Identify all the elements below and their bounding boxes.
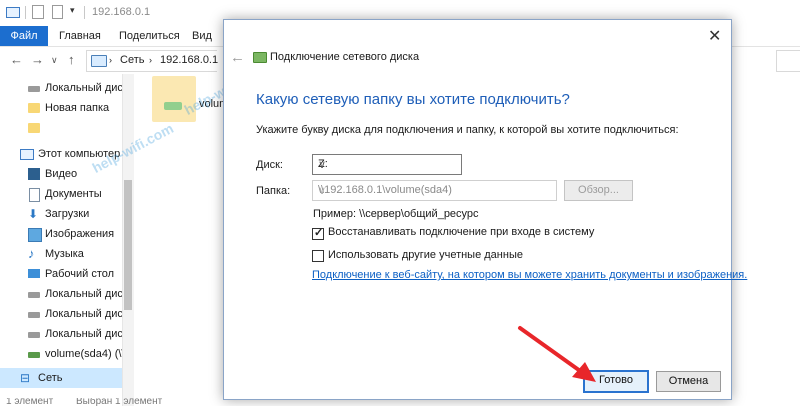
sidebar-scrollbar-thumb[interactable] <box>124 180 132 310</box>
video-icon <box>28 168 40 180</box>
divider <box>25 6 26 19</box>
dialog-title: Подключение сетевого диска <box>270 51 420 63</box>
sidebar-item-network[interactable]: ⊟ Сеть <box>0 368 122 388</box>
chevron-down-icon[interactable]: ∨ <box>318 184 551 197</box>
sidebar-item-label: Новая папка <box>45 102 110 114</box>
sidebar-item-label: Локальный диск <box>45 328 122 340</box>
desktop-icon <box>28 269 40 278</box>
dialog-description: Укажите букву диска для подключения и па… <box>256 124 679 136</box>
sidebar-item-desktop[interactable]: Рабочий стол <box>0 264 122 284</box>
checkmark-icon: ✓ <box>314 227 324 239</box>
back-arrow-icon[interactable]: ← <box>10 52 23 67</box>
new-folder-icon[interactable] <box>52 5 63 19</box>
drive-icon <box>28 312 40 318</box>
sidebar-item-local-disk[interactable]: Локальный диск <box>0 304 122 324</box>
sidebar-item-local-disk[interactable]: Локальный диск <box>0 324 122 344</box>
tab-home[interactable]: Главная <box>59 26 101 46</box>
sidebar-item-label: Локальный диск <box>45 288 122 300</box>
window-title: 192.168.0.1 <box>92 6 151 18</box>
divider <box>84 6 85 19</box>
computer-icon <box>6 7 20 18</box>
network-icon: ⊟ <box>20 371 31 385</box>
example-text: Пример: \\сервер\общий_ресурс <box>313 208 479 220</box>
sidebar-item-label: Локальный диск <box>45 308 122 320</box>
folder-icon <box>28 123 40 133</box>
breadcrumb-host[interactable]: 192.168.0.1 <box>160 54 218 66</box>
sidebar-item-new-folder[interactable]: Новая папка <box>0 98 122 118</box>
browse-button[interactable]: Обзор... <box>564 180 633 201</box>
chevron-down-icon: ∨ <box>318 159 327 171</box>
sidebar-item-folder[interactable] <box>0 118 122 138</box>
up-arrow-icon[interactable]: ↑ <box>68 52 75 67</box>
network-drive-icon <box>253 52 267 63</box>
images-icon <box>28 228 42 242</box>
search-box[interactable] <box>776 50 800 72</box>
tab-file[interactable]: Файл <box>0 26 48 46</box>
network-drive-icon <box>28 352 40 358</box>
close-icon[interactable]: ✕ <box>708 26 721 46</box>
other-credentials-checkbox[interactable] <box>312 250 324 262</box>
map-network-drive-dialog: ✕ ← Подключение сетевого диска Какую сет… <box>223 19 747 400</box>
sidebar-item-local-disk[interactable]: Локальный диск <box>0 284 122 304</box>
sidebar-item-label: Музыка <box>45 248 84 260</box>
sidebar-item-documents[interactable]: Документы <box>0 184 122 204</box>
dialog-heading: Какую сетевую папку вы хотите подключить… <box>256 91 570 108</box>
sidebar-item-label: Загрузки <box>45 208 90 220</box>
drive-icon <box>28 292 40 298</box>
drive-icon <box>28 332 40 338</box>
sidebar-item-label: Рабочий стол <box>45 268 115 280</box>
sidebar-item-label: Локальный диск <box>45 82 122 94</box>
tab-view[interactable]: Вид <box>192 26 212 46</box>
sidebar-item-images[interactable]: Изображения <box>0 224 122 244</box>
computer-icon <box>91 55 107 67</box>
status-item-count: 1 элемент <box>6 398 54 406</box>
properties-icon[interactable] <box>32 5 44 19</box>
documents-icon <box>29 188 40 202</box>
sidebar-item-local-disk[interactable]: Локальный диск <box>0 78 122 98</box>
drive-select[interactable]: Z: ∨ <box>312 154 462 175</box>
sidebar-item-downloads[interactable]: ⬇ Загрузки <box>0 204 122 224</box>
status-selection: Выбран 1 элемент <box>76 398 163 406</box>
chevron-right-icon: › <box>149 55 152 65</box>
back-arrow-icon[interactable]: ← <box>230 49 245 66</box>
address-bar[interactable]: › Сеть › 192.168.0.1 <box>86 50 218 72</box>
folder-icon <box>28 103 40 113</box>
reconnect-label[interactable]: Восстанавливать подключение при входе в … <box>328 226 594 238</box>
tab-share[interactable]: Поделиться <box>119 26 180 46</box>
sidebar-item-network-drive[interactable]: volume(sda4) (\\1 <box>0 344 122 364</box>
folder-label: Папка: <box>256 185 291 197</box>
sidebar-item-music[interactable]: ♪ Музыка <box>0 244 122 264</box>
reconnect-checkbox[interactable]: ✓ <box>312 227 324 240</box>
done-button[interactable]: Готово <box>583 370 649 393</box>
quick-access-dropdown-icon[interactable]: ▾ <box>70 5 84 19</box>
navigation-pane: Локальный диск Новая папка Этот компьюте… <box>0 74 122 406</box>
music-icon: ♪ <box>28 246 35 261</box>
drive-label: Диск: <box>256 159 283 171</box>
other-credentials-label[interactable]: Использовать другие учетные данные <box>328 249 523 261</box>
breadcrumb-network[interactable]: Сеть <box>120 54 144 66</box>
downloads-icon: ⬇ <box>28 207 39 221</box>
folder-input[interactable]: \\192.168.0.1\volume(sda4) ∨ <box>312 180 557 201</box>
sidebar-item-label: Изображения <box>45 228 115 240</box>
drive-icon <box>28 86 40 92</box>
sidebar-item-label: volume(sda4) (\\1 <box>45 348 122 360</box>
computer-icon <box>20 149 34 160</box>
sidebar-item-label: Документы <box>45 188 102 200</box>
chevron-right-icon: › <box>109 55 112 65</box>
recent-locations-icon[interactable]: ∨ <box>51 55 58 66</box>
network-share-icon <box>164 102 182 110</box>
website-link[interactable]: Подключение к веб-сайту, на котором вы м… <box>312 269 747 281</box>
cancel-button[interactable]: Отмена <box>656 371 721 392</box>
sidebar-item-label: Видео <box>45 168 78 180</box>
sidebar-item-label: Сеть <box>38 372 63 384</box>
forward-arrow-icon[interactable]: → <box>31 52 44 67</box>
